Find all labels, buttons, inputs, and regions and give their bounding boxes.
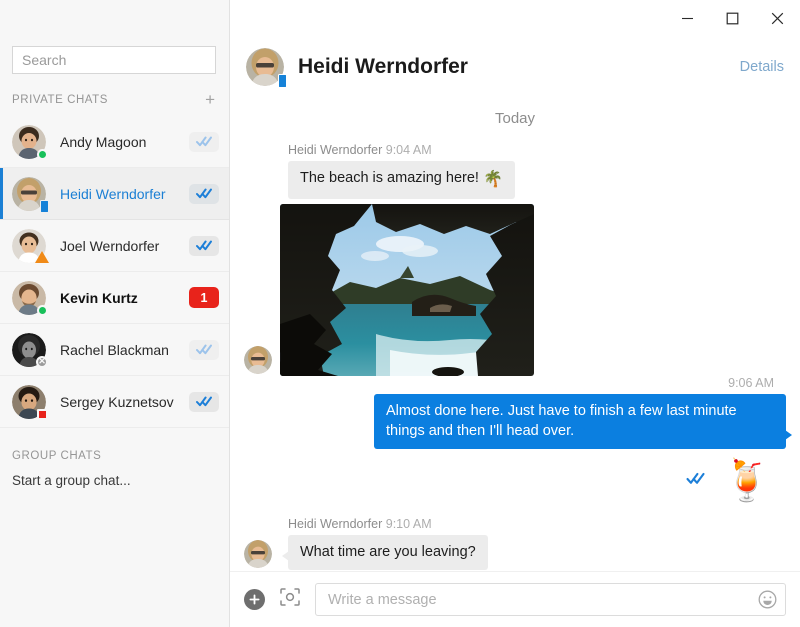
avatar [244,346,272,374]
double-check-icon [196,396,213,407]
message-bubble: The beach is amazing here! 🌴 [288,161,515,199]
message-row-outgoing: Almost done here. Just have to finish a … [244,394,786,449]
message-time: 9:04 AM [386,143,432,157]
avatar [12,385,46,419]
chat-list-item-joel-werndorfer[interactable]: Joel Werndorfer [0,220,229,272]
presence-online-icon [37,149,48,160]
message-input-container[interactable] [315,583,786,616]
smiley-icon [758,590,777,609]
chat-list-item-heidi-werndorfer[interactable]: Heidi Werndorfer [0,168,229,220]
close-button[interactable] [755,3,800,34]
presence-offline-icon: ✕ [36,356,48,368]
double-check-icon [196,240,213,251]
beach-cave-photo [280,204,534,376]
start-group-chat-link[interactable]: Start a group chat... [0,464,229,488]
chat-item-label: Kevin Kurtz [60,290,189,306]
chat-list-item-kevin-kurtz[interactable]: Kevin Kurtz 1 [0,272,229,324]
read-receipt-badge [189,392,219,412]
message-row-photo [244,204,786,376]
chat-application: PRIVATE CHATS + [0,0,800,627]
maximize-icon [726,12,739,25]
chat-item-label: Andy Magoon [60,134,189,150]
message-time: 9:06 AM [244,376,786,390]
contact-avatar [246,48,284,86]
palm-tree-emoji: 🌴 [483,171,503,188]
read-receipt-badge [189,340,219,360]
double-check-icon [686,472,706,485]
avatar [12,229,46,263]
minimize-icon [681,13,694,24]
presence-mobile-icon [40,200,49,213]
minimize-button[interactable] [665,3,710,34]
group-chats-header: GROUP CHATS [0,428,229,464]
avatar [12,125,46,159]
private-chats-header: PRIVATE CHATS + [0,74,229,116]
double-check-icon [196,188,213,199]
details-link[interactable]: Details [740,59,784,75]
message-row-incoming: What time are you leaving? [244,535,786,570]
message-bubble: What time are you leaving? [288,535,488,570]
screen-capture-button[interactable] [279,587,301,612]
read-receipt-badge [189,184,219,204]
search-container [0,0,229,74]
add-attachment-button[interactable] [244,589,265,610]
photo-message-bubble[interactable] [280,204,534,376]
presence-away-icon [35,251,49,263]
message-time: 9:10 AM [386,517,432,531]
avatar [12,281,46,315]
message-meta: Heidi Werndorfer 9:04 AM [244,143,786,157]
message-text: The beach is amazing here! [300,170,483,186]
read-receipt-icon [686,472,706,490]
message-row-incoming: The beach is amazing here! 🌴 [244,161,786,199]
group-chats-label: GROUP CHATS [12,450,101,462]
avatar: ✕ [12,333,46,367]
message-sender: Heidi Werndorfer [288,143,382,157]
chat-list-item-sergey-kuznetsov[interactable]: Sergey Kuznetsov [0,376,229,428]
avatar [244,540,272,568]
message-list[interactable]: Today Heidi Werndorfer 9:04 AM The beach… [230,97,800,571]
double-check-icon [196,136,213,147]
sidebar: PRIVATE CHATS + [0,0,230,627]
chat-item-label: Sergey Kuznetsov [60,394,189,410]
cocktail-emoji: 🍹 [722,461,772,501]
message-sender: Heidi Werndorfer [288,517,382,531]
chat-item-label: Joel Werndorfer [60,238,189,254]
chat-list-item-rachel-blackman[interactable]: ✕ Rachel Blackman [0,324,229,376]
read-receipt-badge [189,132,219,152]
avatar [12,177,46,211]
window-titlebar [230,0,800,37]
presence-online-icon [37,305,48,316]
chat-item-label: Heidi Werndorfer [60,186,189,202]
double-check-icon [196,344,213,355]
page-title: Heidi Werndorfer [298,55,740,79]
unread-count-badge: 1 [189,287,219,308]
private-chat-list: Andy Magoon [0,116,229,428]
message-input[interactable] [328,592,758,608]
search-input[interactable] [12,46,216,74]
message-composer [230,571,800,627]
capture-icon [279,587,301,607]
emoji-picker-button[interactable] [758,590,777,609]
plus-icon [249,594,260,605]
presence-busy-icon [37,409,48,420]
conversation-header: Heidi Werndorfer Details [230,37,800,97]
read-receipt-badge [189,236,219,256]
message-bubble: Almost done here. Just have to finish a … [374,394,786,449]
avatar-gutter [244,161,288,199]
chat-item-label: Rachel Blackman [60,342,189,358]
chat-list-item-andy-magoon[interactable]: Andy Magoon [0,116,229,168]
presence-mobile-icon [278,74,287,88]
message-receipt-row: 🍹 [244,461,786,501]
day-divider: Today [244,97,786,143]
message-meta: Heidi Werndorfer 9:10 AM [244,517,786,531]
close-icon [771,12,784,25]
private-chats-label: PRIVATE CHATS [12,94,108,106]
add-private-chat-icon[interactable]: + [205,91,215,108]
maximize-button[interactable] [710,3,755,34]
main-pane: Heidi Werndorfer Details Today Heidi Wer… [230,0,800,627]
